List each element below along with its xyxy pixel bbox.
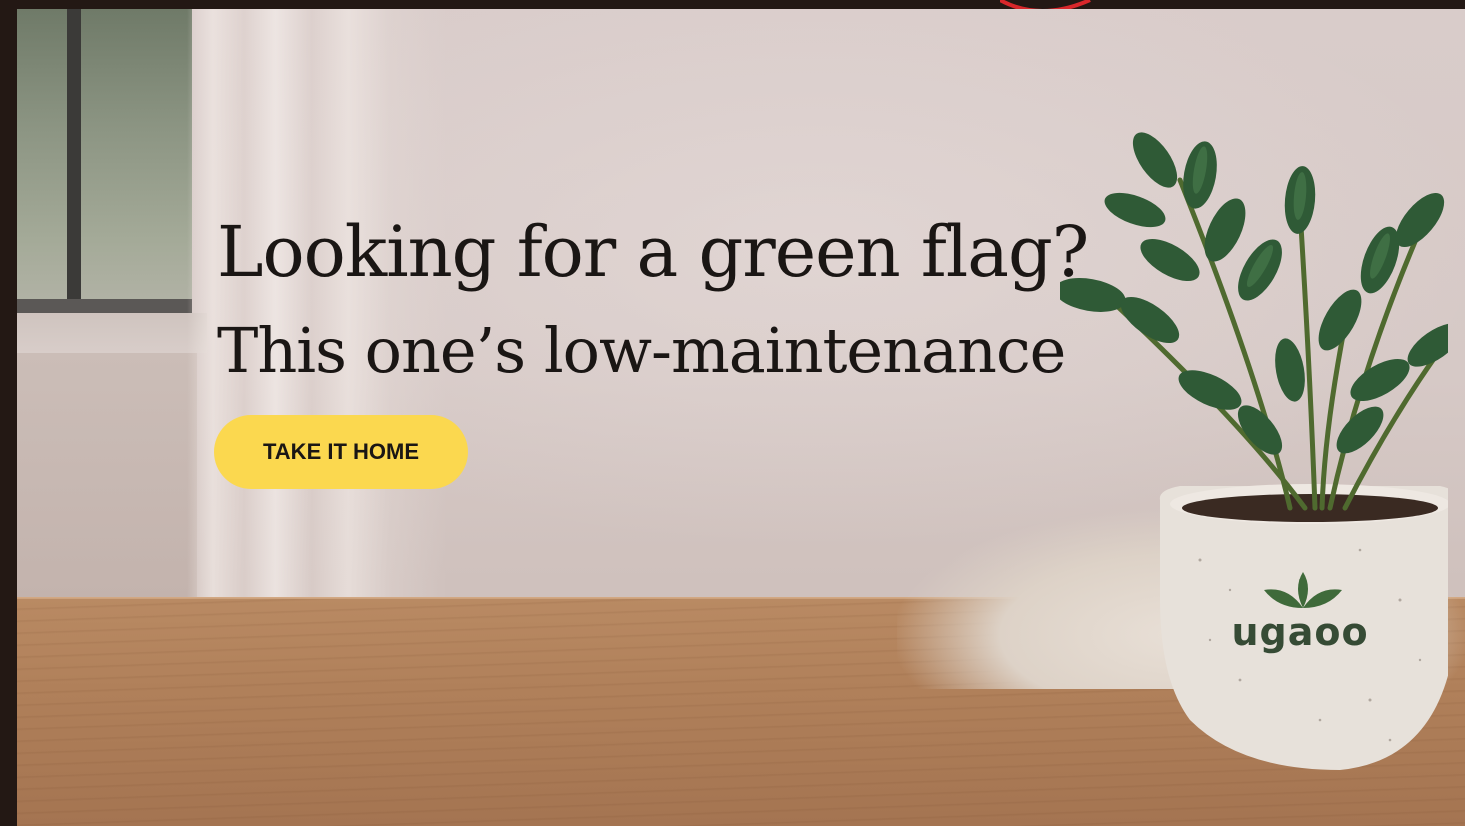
window-sill [17, 313, 207, 353]
potted-plant-image [1060, 132, 1448, 770]
hero-headline: Looking for a green flag? [217, 211, 1089, 293]
page-frame: Looking for a green flag? This one’s low… [0, 0, 1465, 826]
leaf-icon [1264, 572, 1342, 608]
hero-subheadline: This one’s low-maintenance [217, 314, 1066, 387]
wall-left [17, 353, 197, 599]
window-image [17, 9, 192, 339]
curtain-image [187, 9, 447, 599]
window-frame-bottom [17, 299, 192, 313]
window-frame [67, 9, 81, 309]
pot-brand-label: ugaoo [1231, 610, 1369, 654]
take-it-home-button[interactable]: TAKE IT HOME [214, 415, 468, 489]
